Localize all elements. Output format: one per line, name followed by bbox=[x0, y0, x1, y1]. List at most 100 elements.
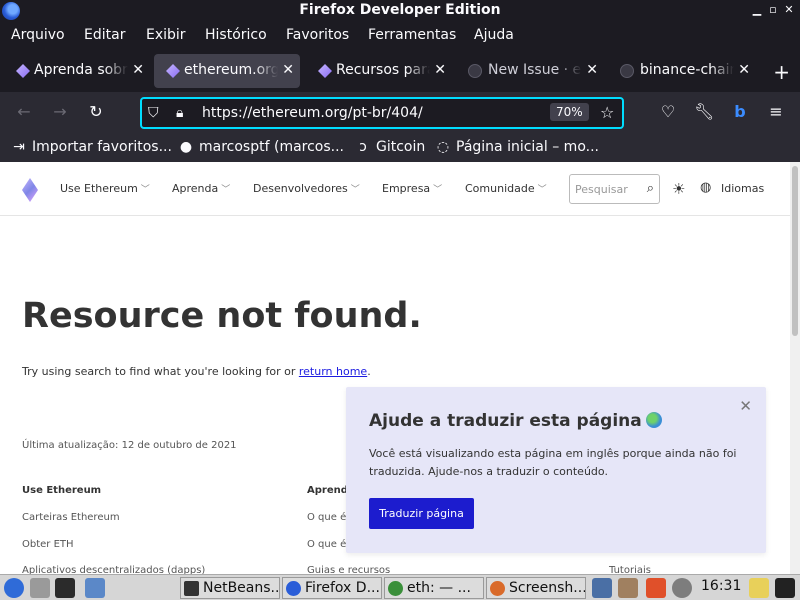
bookmark-import[interactable]: ⇥ Importar favoritos... bbox=[12, 139, 172, 155]
scrollbar-thumb[interactable] bbox=[792, 166, 798, 336]
languages-link[interactable]: Idiomas bbox=[721, 182, 764, 195]
menu-ferramentas[interactable]: Ferramentas bbox=[368, 27, 456, 43]
clipboard-icon[interactable] bbox=[618, 578, 638, 598]
close-window-button[interactable]: ✕ bbox=[781, 3, 797, 16]
reload-icon[interactable]: ↻ bbox=[85, 102, 107, 121]
site-header: Use Ethereum ﹀ Aprenda ﹀ Desenvolvedores ﹀ … bbox=[0, 162, 790, 216]
footer-col2-title: Aprend bbox=[307, 485, 348, 496]
window-title: Firefox Developer Edition bbox=[299, 2, 501, 18]
package-icon[interactable] bbox=[646, 578, 666, 598]
bookmark-gitcoin[interactable]: ↄ Gitcoin bbox=[356, 139, 425, 155]
bookmark-label: Gitcoin bbox=[376, 139, 426, 155]
footer-link[interactable]: O que é bbox=[307, 512, 346, 523]
bookmark-star-icon[interactable]: ☆ bbox=[600, 103, 614, 122]
footer-link[interactable]: Tutoriais bbox=[609, 565, 651, 574]
return-home-link[interactable]: return home bbox=[299, 365, 367, 378]
navigation-toolbar: ← → ↻ ⛉ 🔒︎ https://ethereum.org/pt-br/40… bbox=[0, 92, 800, 134]
tab-close-icon[interactable]: ✕ bbox=[586, 62, 598, 78]
chevron-down-icon: ﹀ bbox=[537, 185, 547, 195]
notification-icon[interactable] bbox=[749, 578, 769, 598]
not-found-text: Try using search to find what you're loo… bbox=[22, 365, 299, 378]
bookmark-marcosptf[interactable]: ● marcosptf (marcos... bbox=[179, 139, 344, 155]
menu-ajuda[interactable]: Ajuda bbox=[474, 27, 514, 43]
tab-recursos[interactable]: Recursos para ✕ bbox=[306, 54, 452, 88]
menu-editar[interactable]: Editar bbox=[84, 27, 125, 43]
footer-link[interactable]: Aplicativos descentralizados (dapps) bbox=[22, 565, 205, 574]
taskbar-firefox[interactable]: Firefox D... bbox=[282, 577, 382, 599]
taskbar-label: Firefox D... bbox=[305, 580, 380, 596]
start-menu-icon[interactable] bbox=[4, 578, 24, 598]
ethereum-icon bbox=[166, 64, 180, 78]
menu-arquivo[interactable]: Arquivo bbox=[11, 27, 65, 43]
not-found-period: . bbox=[367, 365, 371, 378]
close-icon[interactable]: ✕ bbox=[739, 397, 752, 415]
globe-icon[interactable] bbox=[672, 578, 692, 598]
page-scrollbar[interactable] bbox=[790, 162, 800, 574]
menu-favoritos[interactable]: Favoritos bbox=[286, 27, 349, 43]
tab-close-icon[interactable]: ✕ bbox=[132, 62, 144, 78]
search-input[interactable] bbox=[575, 181, 637, 197]
globe-icon[interactable]: ◍ bbox=[700, 180, 711, 195]
nav-comunidade[interactable]: Comunidade ﹀ bbox=[465, 182, 547, 195]
minimize-button[interactable]: ▁ bbox=[749, 3, 765, 16]
url-text[interactable]: https://ethereum.org/pt-br/404/ bbox=[202, 105, 423, 121]
url-bar[interactable]: ⛉ 🔒︎ https://ethereum.org/pt-br/404/ 70%… bbox=[140, 97, 624, 129]
footer-link[interactable]: Obter ETH bbox=[22, 539, 74, 550]
shield-icon[interactable]: ⛉ bbox=[148, 105, 159, 121]
bookmarks-toolbar: ⇥ Importar favoritos... ● marcosptf (marco… bbox=[0, 134, 800, 162]
menu-exibir[interactable]: Exibir bbox=[146, 27, 186, 43]
theme-toggle-sun-icon[interactable]: ☀ bbox=[672, 180, 685, 198]
new-tab-button[interactable]: + bbox=[773, 60, 790, 84]
back-icon[interactable]: ← bbox=[13, 102, 35, 121]
search-icon[interactable]: ⌕ bbox=[647, 181, 654, 196]
earth-icon bbox=[645, 412, 662, 428]
tab-close-icon[interactable]: ✕ bbox=[434, 62, 446, 78]
tab-label: Recursos para bbox=[336, 62, 430, 78]
lock-icon[interactable]: 🔒︎ bbox=[176, 105, 183, 121]
taskbar-label: eth: — ... bbox=[407, 580, 471, 596]
nav-empresa[interactable]: Empresa ﹀ bbox=[382, 182, 442, 195]
nav-label: Comunidade bbox=[465, 182, 535, 195]
nav-desenvolvedores[interactable]: Desenvolvedores ﹀ bbox=[253, 182, 360, 195]
footer-link[interactable]: Guias e recursos bbox=[307, 565, 390, 574]
tab-label: binance-chain bbox=[640, 62, 734, 78]
title-bar: Firefox Developer Edition ▁ ▫ ✕ bbox=[0, 0, 800, 22]
footer-col1-title: Use Ethereum bbox=[22, 485, 102, 496]
ethereum-logo-icon[interactable] bbox=[22, 178, 38, 202]
footer-link[interactable]: Carteiras Ethereum bbox=[22, 512, 120, 523]
nav-aprenda[interactable]: Aprenda ﹀ bbox=[172, 182, 230, 195]
windows-icon[interactable] bbox=[85, 578, 105, 598]
tab-aprenda[interactable]: Aprenda sobre ✕ bbox=[4, 54, 150, 88]
chevron-down-icon: ﹀ bbox=[350, 185, 360, 195]
nav-label: Aprenda bbox=[172, 182, 219, 195]
taskbar-eth-terminal[interactable]: eth: — ... bbox=[384, 577, 484, 599]
footer-link[interactable]: O que é bbox=[307, 539, 346, 550]
translate-page-button[interactable]: Traduzir página bbox=[369, 498, 474, 529]
pocket-icon[interactable]: ♡ bbox=[658, 102, 678, 121]
tab-close-icon[interactable]: ✕ bbox=[738, 62, 750, 78]
wrench-icon[interactable]: 🔧︎ bbox=[694, 102, 714, 121]
tab-binance-chain[interactable]: binance-chain ✕ bbox=[610, 54, 756, 88]
hamburger-menu-icon[interactable]: ≡ bbox=[766, 102, 786, 121]
tab-ethereum-404[interactable]: ethereum.org/ ✕ bbox=[154, 54, 300, 88]
tab-new-issue[interactable]: New Issue · et ✕ bbox=[458, 54, 604, 88]
zoom-level-button[interactable]: 70% bbox=[550, 103, 589, 121]
last-updated: Última atualização: 12 de outubro de 202… bbox=[22, 440, 237, 451]
taskbar-netbeans[interactable]: NetBeans... bbox=[180, 577, 280, 599]
bookmark-pagina-inicial[interactable]: ◌ Página inicial – mo... bbox=[436, 139, 599, 155]
forward-icon[interactable]: → bbox=[49, 102, 71, 121]
terminal-icon[interactable] bbox=[55, 578, 75, 598]
disk-icon[interactable] bbox=[30, 578, 50, 598]
taskbar-screenshot[interactable]: Screensh... bbox=[486, 577, 586, 599]
taskbar-label: NetBeans... bbox=[203, 580, 280, 596]
bing-icon[interactable]: b bbox=[730, 102, 750, 121]
tab-close-icon[interactable]: ✕ bbox=[282, 62, 294, 78]
ethereum-icon bbox=[318, 64, 332, 78]
bookmark-label: marcosptf (marcos... bbox=[199, 139, 345, 155]
logout-icon[interactable] bbox=[775, 578, 795, 598]
import-icon: ⇥ bbox=[13, 139, 25, 155]
nav-use-ethereum[interactable]: Use Ethereum ﹀ bbox=[60, 182, 150, 195]
menu-historico[interactable]: Histórico bbox=[205, 27, 267, 43]
network-icon[interactable] bbox=[592, 578, 612, 598]
maximize-button[interactable]: ▫ bbox=[765, 3, 781, 16]
